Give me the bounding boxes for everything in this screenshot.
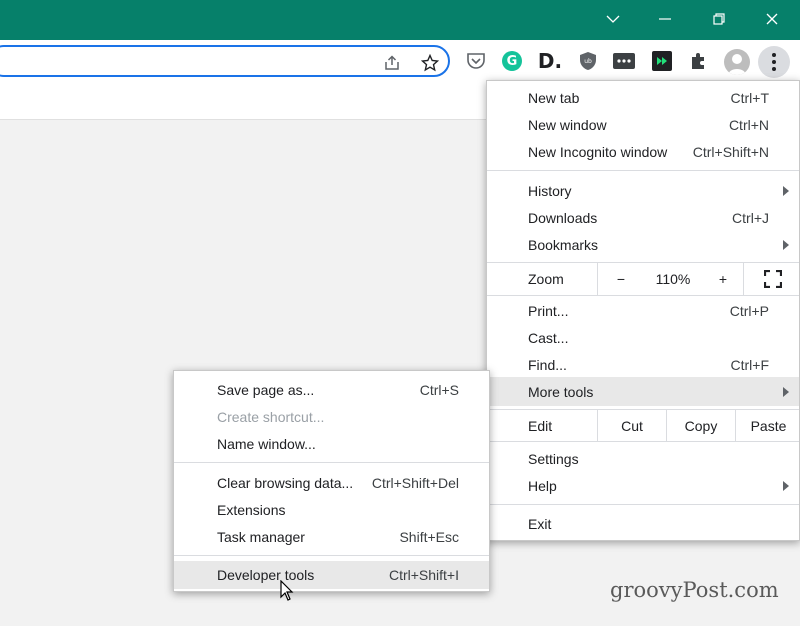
- menu-item-clear-browsing-data[interactable]: Clear browsing data... Ctrl+Shift+Del: [174, 469, 489, 496]
- fullscreen-icon: [763, 270, 782, 288]
- menu-item-new-window[interactable]: New window Ctrl+N: [487, 111, 799, 138]
- submenu-arrow-icon: [783, 386, 789, 397]
- menu-item-task-manager[interactable]: Task manager Shift+Esc: [174, 523, 489, 550]
- menu-separator: [487, 295, 799, 296]
- mouse-cursor-icon: [280, 580, 294, 601]
- edit-row: Edit Cut Copy Paste: [487, 410, 799, 441]
- submenu-arrow-icon: [783, 239, 789, 250]
- svg-text:ub: ub: [584, 58, 592, 65]
- menu-separator: [487, 441, 799, 442]
- chrome-main-menu: New tab Ctrl+T New window Ctrl+N New Inc…: [486, 80, 800, 541]
- fullscreen-button[interactable]: [744, 263, 800, 295]
- menu-separator: [487, 504, 799, 505]
- paste-button[interactable]: Paste: [736, 410, 800, 441]
- zoom-label: Zoom: [528, 271, 564, 287]
- menu-item-history[interactable]: History: [487, 177, 799, 204]
- customize-menu-button[interactable]: [758, 46, 790, 78]
- menu-item-create-shortcut: Create shortcut...: [217, 408, 325, 425]
- grammarly-icon[interactable]: G: [500, 49, 524, 73]
- watermark: groovyPost.com: [610, 578, 779, 602]
- menu-separator: [174, 555, 489, 556]
- cut-button[interactable]: Cut: [598, 410, 666, 441]
- menu-item-settings[interactable]: Settings: [487, 445, 799, 472]
- address-bar[interactable]: [0, 45, 450, 77]
- toolbar: [0, 40, 800, 84]
- submenu-arrow-icon: [783, 185, 789, 196]
- menu-item-name-window[interactable]: Name window...: [174, 430, 489, 457]
- menu-item-help[interactable]: Help: [487, 472, 799, 499]
- menu-item-extensions[interactable]: Extensions: [174, 496, 489, 523]
- menu-separator: [174, 462, 489, 463]
- menu-item-downloads[interactable]: Downloads Ctrl+J: [487, 204, 799, 231]
- restore-icon[interactable]: [694, 0, 744, 38]
- pocket-icon[interactable]: [464, 49, 488, 73]
- copy-button[interactable]: Copy: [667, 410, 735, 441]
- menu-item-exit[interactable]: Exit: [487, 510, 799, 537]
- menu-item-save-page[interactable]: Save page as... Ctrl+S: [174, 376, 489, 403]
- person-icon: [728, 54, 746, 75]
- menu-item-find[interactable]: Find... Ctrl+F: [487, 351, 799, 378]
- zoom-in-button[interactable]: +: [703, 263, 743, 295]
- menu-item-cast[interactable]: Cast...: [487, 324, 799, 351]
- menu-item-print[interactable]: Print... Ctrl+P: [487, 297, 799, 324]
- title-bar: [0, 0, 800, 40]
- close-icon[interactable]: [747, 0, 797, 38]
- ublock-shield-icon[interactable]: ub: [576, 49, 600, 73]
- submenu-arrow-icon: [783, 480, 789, 491]
- bookmark-star-icon[interactable]: [420, 53, 440, 73]
- minimize-icon[interactable]: [640, 0, 690, 38]
- zoom-out-button[interactable]: −: [599, 263, 643, 295]
- more-tools-submenu: Save page as... Ctrl+S Create shortcut..…: [173, 370, 490, 592]
- menu-item-new-tab[interactable]: New tab Ctrl+T: [487, 84, 799, 111]
- menu-item-new-incognito[interactable]: New Incognito window Ctrl+Shift+N: [487, 138, 799, 165]
- edit-label: Edit: [528, 417, 553, 434]
- tab-search-icon[interactable]: [588, 0, 638, 38]
- profile-avatar[interactable]: [724, 49, 750, 75]
- d-extension-icon[interactable]: D.: [538, 49, 562, 73]
- menu-item-developer-tools[interactable]: Developer tools Ctrl+Shift+I: [174, 561, 489, 589]
- dots-extension-icon[interactable]: [612, 49, 636, 73]
- extensions-puzzle-icon[interactable]: [686, 49, 710, 73]
- zoom-row: Zoom − 110% +: [487, 263, 799, 295]
- menu-item-bookmarks[interactable]: Bookmarks: [487, 231, 799, 258]
- share-icon[interactable]: [382, 53, 402, 73]
- zoom-level: 110%: [655, 271, 691, 287]
- menu-item-more-tools[interactable]: More tools: [487, 377, 799, 406]
- media-extension-icon[interactable]: [650, 49, 674, 73]
- menu-separator: [487, 170, 799, 171]
